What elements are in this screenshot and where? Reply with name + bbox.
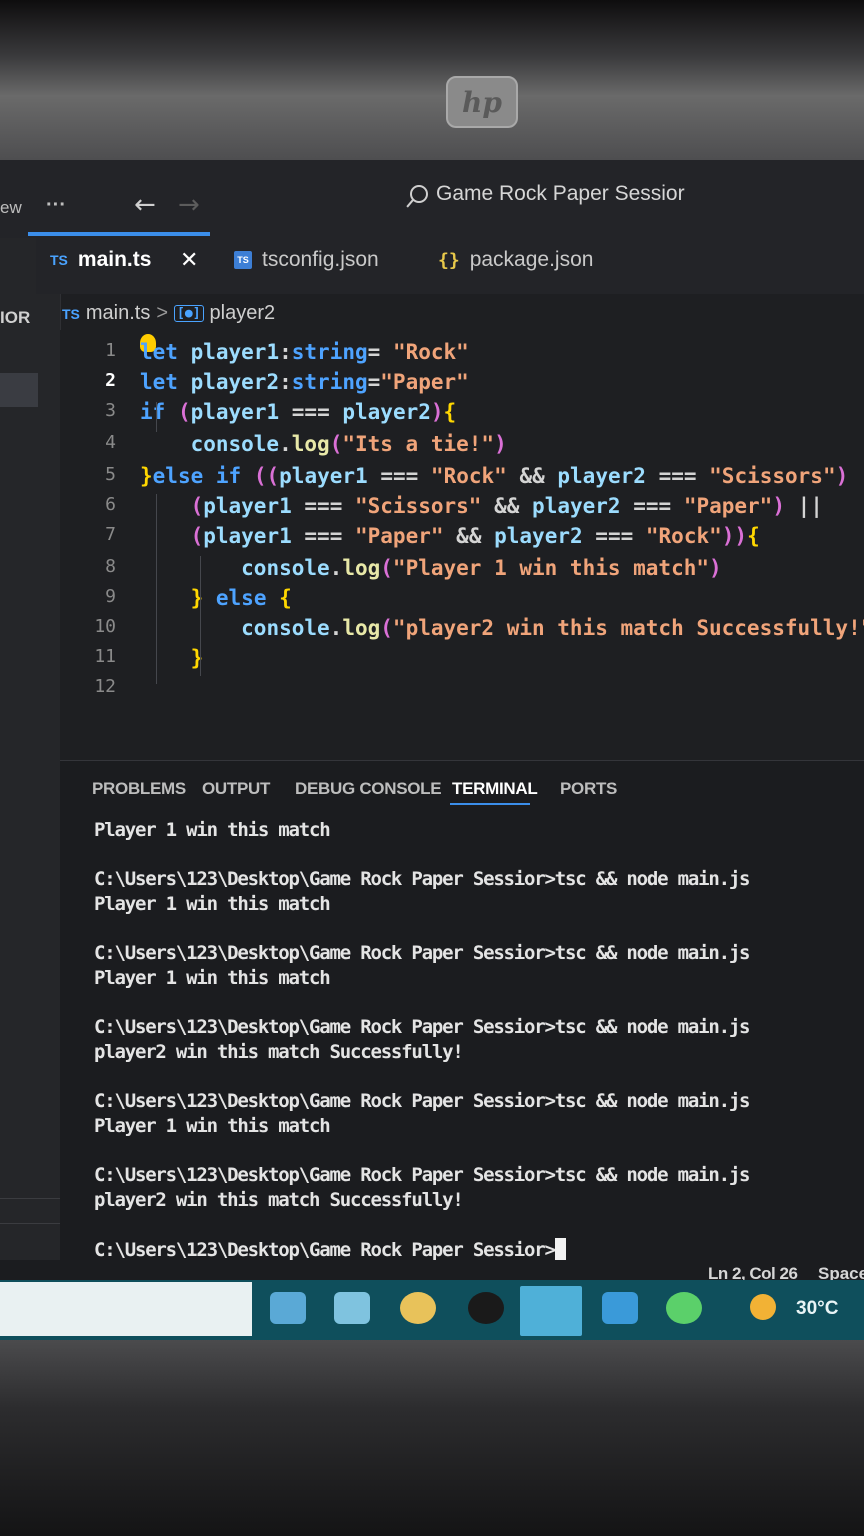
indent-guide [200, 556, 201, 676]
terminal-line: C:\Users\123\Desktop\Game Rock Paper Ses… [94, 942, 750, 964]
tab-tsconfig[interactable]: TS tsconfig.json [234, 248, 379, 272]
line-number: 4 [105, 432, 116, 453]
chrome-icon[interactable] [400, 1292, 436, 1324]
sidebar-title: IOR [0, 308, 31, 327]
terminal-output[interactable]: Player 1 win this match C:\Users\123\Desk… [94, 819, 854, 1263]
tab-output[interactable]: OUTPUT [202, 779, 270, 799]
tab-label: package.json [469, 248, 594, 271]
terminal-line: C:\Users\123\Desktop\Game Rock Paper Ses… [94, 1164, 750, 1186]
terminal-line: Player 1 win this match [94, 1115, 331, 1137]
taskbar-search-box[interactable] [0, 1282, 252, 1336]
line-number: 11 [94, 646, 116, 667]
code-text: let player1:string= "Rock" [140, 340, 469, 364]
command-center-search[interactable]: Game Rock Paper Sessior [410, 182, 685, 206]
code-text: console.log("Its a tie!") [190, 432, 507, 456]
indent-guide [156, 402, 157, 432]
code-text: } else { [190, 586, 292, 610]
code-text: if (player1 === player2){ [140, 400, 457, 424]
line-number: 9 [105, 586, 116, 607]
more-menu-icon[interactable]: ··· [46, 194, 66, 217]
code-text: (player1 === "Paper" && player2 === "Roc… [190, 524, 760, 548]
line-number: 3 [105, 400, 116, 421]
breadcrumb-symbol[interactable]: player2 [210, 302, 276, 325]
tab-debug-console[interactable]: DEBUG CONSOLE [295, 779, 442, 799]
breadcrumb: TS main.ts > [●] player2 [62, 302, 275, 325]
code-text: console.log("Player 1 win this match") [241, 556, 722, 580]
typescript-icon: TS [62, 305, 80, 322]
terminal-line: Player 1 win this match [94, 893, 331, 915]
active-tab-accent [28, 232, 210, 236]
tab-ports[interactable]: PORTS [560, 779, 617, 799]
sidebar: IOR [0, 238, 88, 1288]
line-number: 5 [105, 464, 116, 485]
hp-logo: hp [446, 76, 518, 128]
tab-label: tsconfig.json [262, 248, 379, 271]
tab-problems[interactable]: PROBLEMS [92, 779, 186, 799]
terminal-line: Player 1 win this match [94, 819, 331, 841]
breadcrumb-file[interactable]: main.ts [86, 302, 150, 325]
code-text: (player1 === "Scissors" && player2 === "… [190, 494, 823, 518]
tab-package-json[interactable]: {} package.json [438, 248, 593, 272]
terminal-line: C:\Users\123\Desktop\Game Rock Paper Ses… [94, 1016, 750, 1038]
json-icon: {} [438, 249, 460, 271]
line-number: 7 [105, 524, 116, 545]
sidebar-selected-item[interactable] [0, 373, 38, 407]
tab-terminal[interactable]: TERMINAL [452, 779, 538, 799]
tab-main-ts[interactable]: TS main.ts [50, 248, 151, 272]
store-icon[interactable] [602, 1292, 638, 1324]
laptop-bezel-bottom [0, 1340, 864, 1536]
search-label: Game Rock Paper Sessior [436, 182, 685, 205]
indent-guide [156, 494, 157, 684]
forward-arrow-icon[interactable]: → [178, 190, 200, 220]
close-tab-icon[interactable]: ✕ [180, 248, 198, 273]
code-text: let player2:string="Paper" [140, 370, 469, 394]
menu-fragment[interactable]: ew [0, 198, 22, 218]
line-number: 2 [105, 370, 116, 391]
weather-icon[interactable] [750, 1294, 776, 1320]
terminal-line: C:\Users\123\Desktop\Game Rock Paper Ses… [94, 1090, 750, 1112]
breadcrumb-separator: > [156, 302, 169, 324]
weather-temperature[interactable]: 30°C [796, 1298, 838, 1320]
active-panel-tab-indicator [450, 803, 530, 805]
terminal-line: Player 1 win this match [94, 967, 331, 989]
variable-symbol-icon: [●] [174, 305, 204, 322]
code-text: }else if ((player1 === "Rock" && player2… [140, 464, 864, 488]
terminal-line: C:\Users\123\Desktop\Game Rock Paper Ses… [94, 868, 750, 890]
tiktok-icon[interactable] [468, 1292, 504, 1324]
line-number: 8 [105, 556, 116, 577]
terminal-cursor [554, 1238, 566, 1260]
vscode-icon[interactable] [520, 1286, 582, 1336]
screen: ew ··· ← → Game Rock Paper Sessior IOR T… [0, 160, 864, 1340]
search-icon [410, 185, 428, 203]
tsconfig-icon: TS [234, 251, 252, 269]
whatsapp-icon[interactable] [666, 1292, 702, 1324]
laptop-bezel-top: hp [0, 0, 864, 160]
code-editor[interactable]: 1 let player1:string= "Rock" 2 let player2:… [60, 330, 864, 760]
line-number: 1 [105, 340, 116, 361]
edge-icon[interactable] [334, 1292, 370, 1324]
tab-label: main.ts [77, 248, 152, 271]
code-text: console.log("player2 win this match Succ… [241, 616, 864, 640]
terminal-line: player2 win this match Successfully! [94, 1189, 464, 1211]
bottom-panel: PROBLEMS OUTPUT DEBUG CONSOLE TERMINAL P… [60, 760, 864, 1261]
line-number: 6 [105, 494, 116, 515]
title-bar: ew ··· ← → Game Rock Paper Sessior [0, 160, 864, 238]
back-arrow-icon[interactable]: ← [134, 190, 156, 220]
typescript-icon: TS [50, 252, 68, 268]
line-number: 12 [94, 676, 116, 697]
file-explorer-icon[interactable] [270, 1292, 306, 1324]
code-text: } [190, 646, 204, 670]
editor-tabs: TS main.ts ✕ TS tsconfig.json {} package… [36, 238, 864, 294]
terminal-line: player2 win this match Successfully! [94, 1041, 464, 1063]
windows-taskbar: 30°C [0, 1280, 864, 1340]
line-number: 10 [94, 616, 116, 637]
